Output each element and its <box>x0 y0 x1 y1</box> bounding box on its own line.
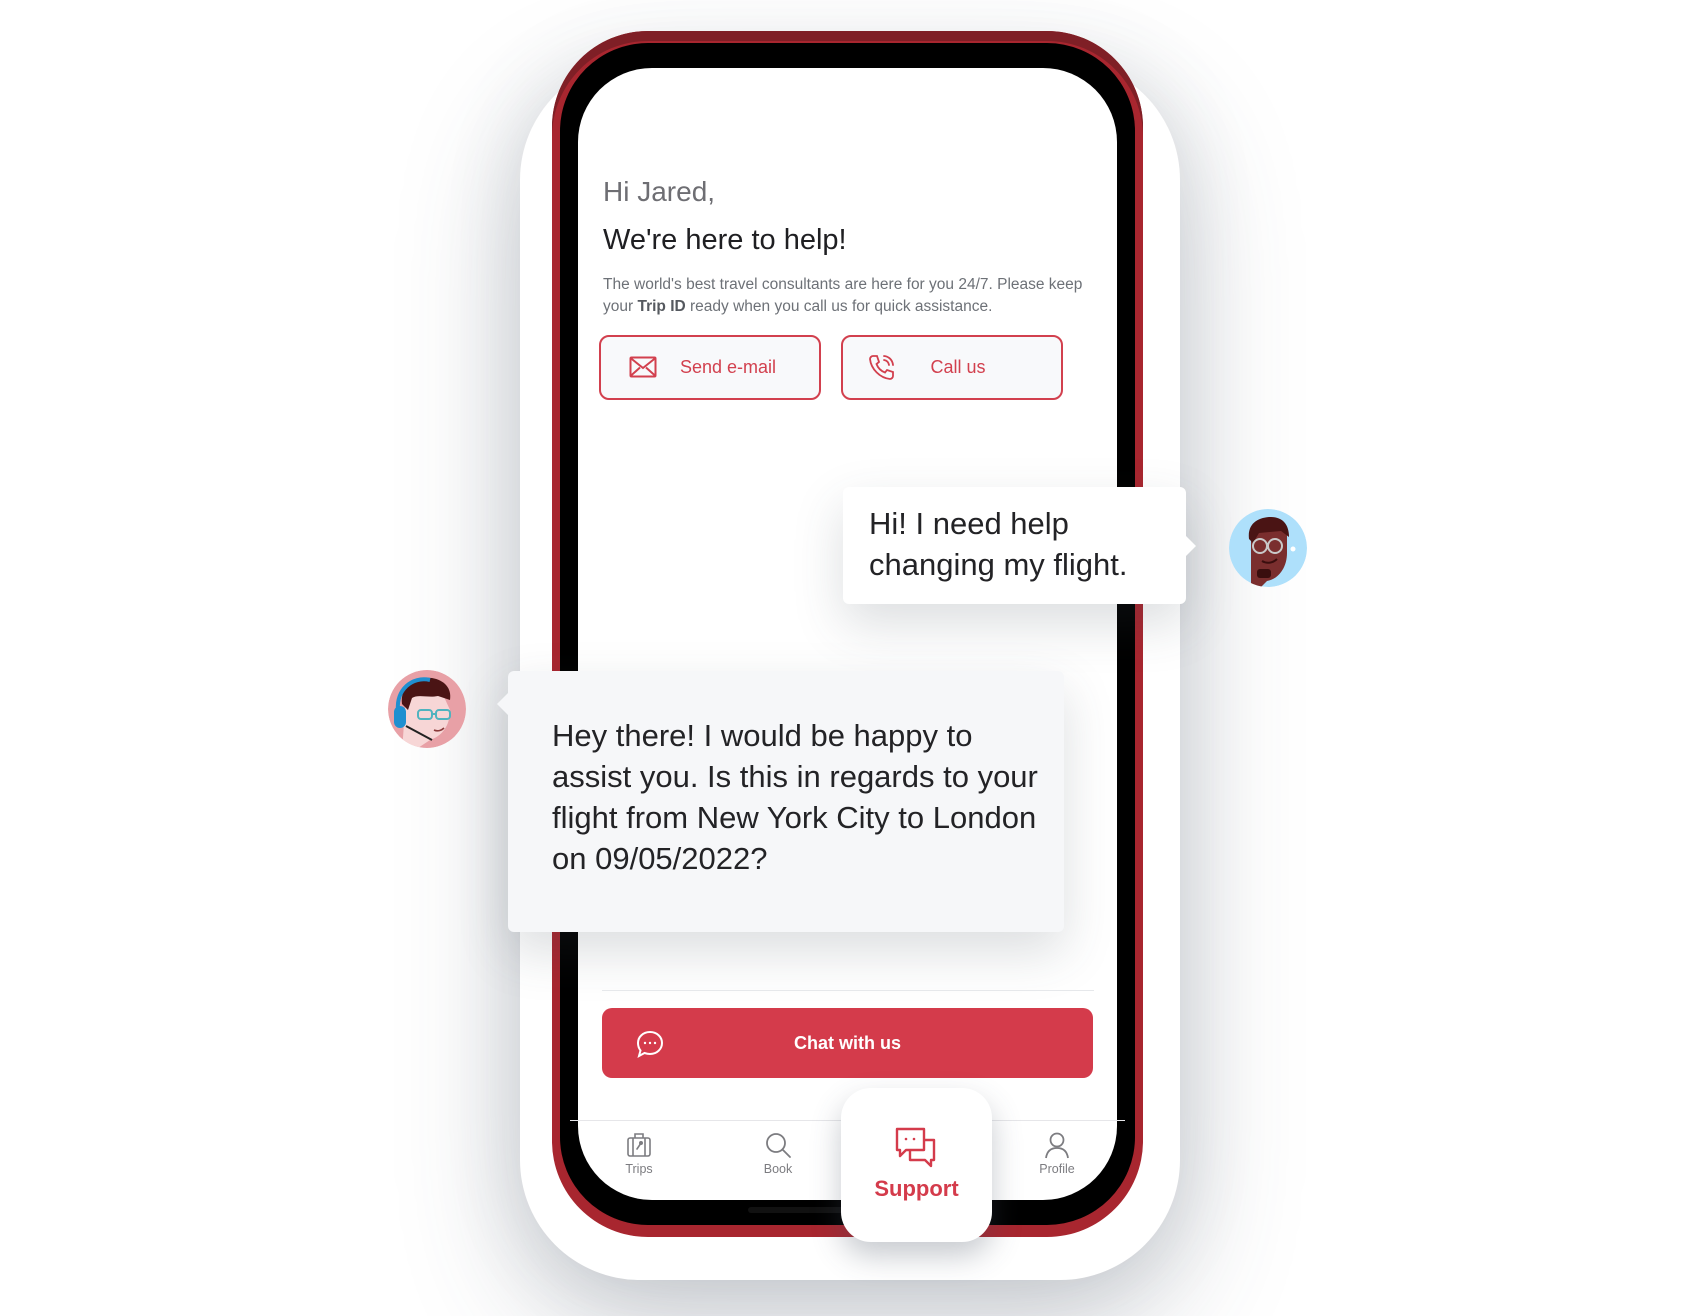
chat-bubble-icon <box>635 1029 665 1059</box>
agent-message-text: Hey there! I would be happy to assist yo… <box>552 718 1038 876</box>
tab-trips-label: Trips <box>625 1162 653 1176</box>
agent-avatar <box>388 670 466 748</box>
user-icon <box>1045 1132 1069 1159</box>
tab-support-label: Support <box>874 1176 959 1201</box>
send-email-button[interactable]: Send e-mail <box>599 335 821 400</box>
user-message-text: Hi! I need help changing my flight. <box>869 506 1128 582</box>
chat-with-us-button[interactable]: Chat with us <box>602 1008 1093 1078</box>
chat-with-us-label: Chat with us <box>794 1032 901 1053</box>
tab-trips[interactable]: Trips <box>599 1130 679 1176</box>
call-us-button[interactable]: Call us <box>841 335 1063 400</box>
user-avatar <box>1229 509 1307 587</box>
search-icon <box>766 1133 791 1158</box>
greeting: Hi Jared, <box>603 176 716 207</box>
call-us-label: Call us <box>930 357 986 377</box>
page-title: We're here to help! <box>603 224 847 256</box>
tab-book-label: Book <box>763 1162 793 1176</box>
tab-profile[interactable]: Profile <box>1017 1130 1097 1176</box>
tab-book[interactable]: Book <box>738 1130 818 1176</box>
trip-id-emphasis: Trip ID <box>637 298 686 315</box>
section-divider <box>602 990 1094 991</box>
tab-support[interactable]: Support <box>841 1088 992 1242</box>
intro-text: The world's best travel consultants are … <box>603 274 1103 318</box>
intro-text-end: ready when you call us for quick assista… <box>685 298 993 315</box>
user-message-bubble: Hi! I need help changing my flight. <box>843 487 1196 604</box>
envelope-icon <box>629 355 657 379</box>
support-chat-icon <box>894 1126 938 1170</box>
send-email-label: Send e-mail <box>680 357 777 377</box>
suitcase-icon <box>627 1133 651 1157</box>
agent-message-bubble: Hey there! I would be happy to assist yo… <box>497 671 1064 932</box>
tab-profile-label: Profile <box>1039 1162 1075 1176</box>
